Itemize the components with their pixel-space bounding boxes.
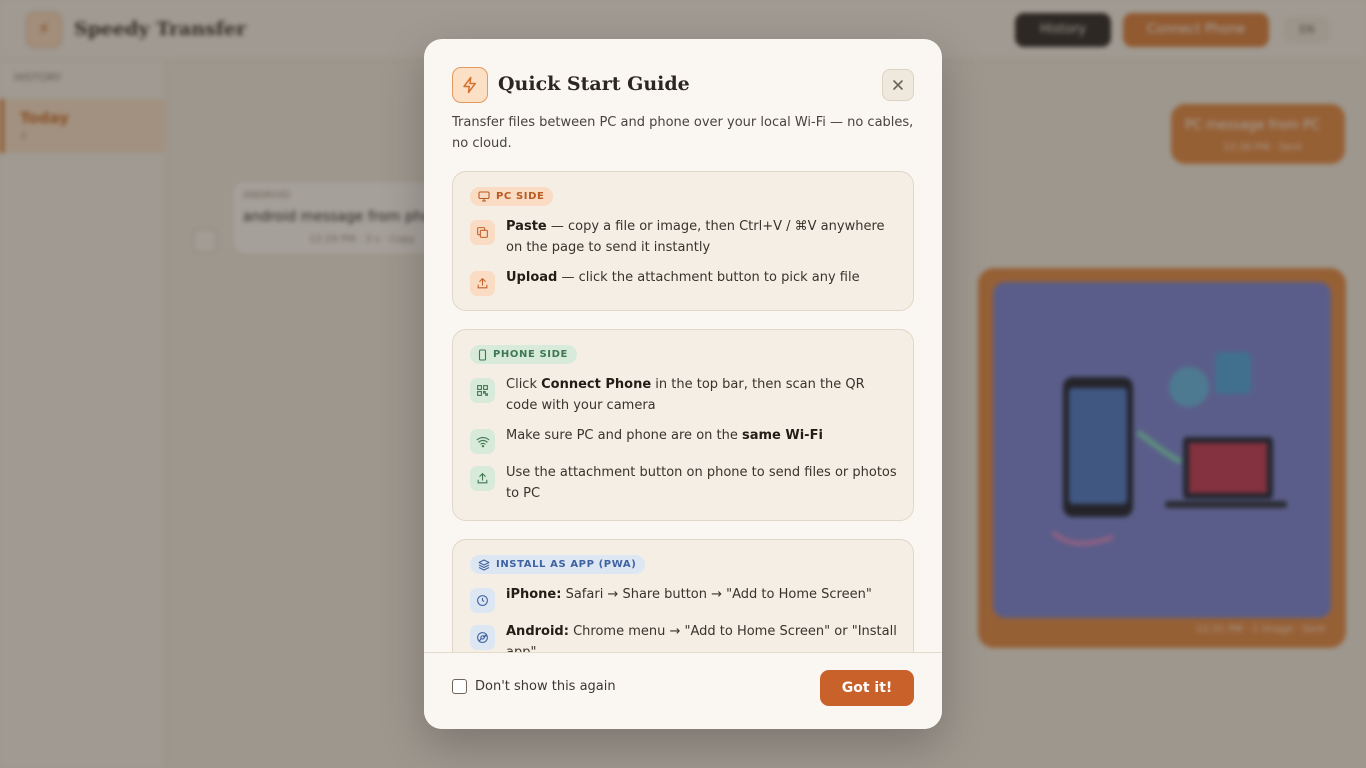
phone-side-badge: PHONE SIDE bbox=[470, 345, 577, 364]
badge-label: PHONE SIDE bbox=[493, 349, 568, 360]
pc-side-badge: PC SIDE bbox=[470, 187, 554, 206]
item-text: — click the attachment button to pick an… bbox=[557, 270, 860, 285]
phone-item-wifi: Make sure PC and phone are on the same W… bbox=[470, 428, 900, 454]
chrome-icon bbox=[470, 625, 495, 650]
item-title: same Wi-Fi bbox=[741, 428, 823, 443]
safari-compass-icon bbox=[470, 588, 495, 613]
item-text: Safari → Share button → "Add to Home Scr… bbox=[561, 587, 872, 602]
item-text: Use the attachment button on phone to se… bbox=[506, 465, 897, 501]
item-title: iPhone: bbox=[506, 587, 562, 602]
pwa-item-iphone: iPhone: Safari → Share button → "Add to … bbox=[470, 587, 900, 613]
phone-item-connect: Click Connect Phone in the top bar, then… bbox=[470, 377, 900, 416]
item-title: Paste bbox=[506, 219, 547, 234]
quick-start-modal: Quick Start Guide Transfer files between… bbox=[424, 39, 942, 729]
dont-show-label: Don't show this again bbox=[475, 679, 616, 694]
phone-side-section: PHONE SIDE Click Connect Phone in the to… bbox=[452, 329, 914, 521]
layers-icon bbox=[478, 559, 490, 570]
pwa-section: INSTALL AS APP (PWA) iPhone: Safari → Sh… bbox=[452, 539, 914, 652]
pwa-item-android: Android: Chrome menu → "Add to Home Scre… bbox=[470, 624, 900, 652]
item-title: Android: bbox=[506, 624, 569, 639]
modal-title: Quick Start Guide bbox=[498, 73, 690, 95]
monitor-icon bbox=[478, 191, 490, 202]
phone-item-send: Use the attachment button on phone to se… bbox=[470, 465, 900, 504]
modal-footer: Don't show this again Got it! bbox=[424, 652, 942, 729]
wifi-icon bbox=[470, 429, 495, 454]
got-it-button[interactable]: Got it! bbox=[820, 670, 914, 706]
copy-icon bbox=[470, 220, 495, 245]
lightning-icon bbox=[452, 67, 488, 103]
close-icon bbox=[893, 80, 903, 90]
item-text-pre: Make sure PC and phone are on the bbox=[506, 428, 742, 443]
badge-label: PC SIDE bbox=[496, 191, 545, 202]
pwa-badge: INSTALL AS APP (PWA) bbox=[470, 555, 646, 574]
item-title: Connect Phone bbox=[541, 377, 652, 392]
qr-code-icon bbox=[470, 378, 495, 403]
modal-scroll-area[interactable]: PC SIDE Paste — copy a file or image, th… bbox=[424, 171, 942, 652]
item-title: Upload bbox=[506, 270, 558, 285]
badge-label: INSTALL AS APP (PWA) bbox=[496, 559, 637, 570]
item-text-pre: Click bbox=[506, 377, 542, 392]
dont-show-again-toggle[interactable]: Don't show this again bbox=[452, 679, 616, 694]
dont-show-checkbox[interactable] bbox=[452, 679, 467, 694]
modal-description: Transfer files between PC and phone over… bbox=[452, 115, 914, 151]
close-button[interactable] bbox=[882, 69, 914, 101]
phone-icon bbox=[478, 348, 487, 361]
pc-item-upload: Upload — click the attachment button to … bbox=[470, 270, 900, 296]
upload-icon bbox=[470, 271, 495, 296]
pc-item-paste: Paste — copy a file or image, then Ctrl+… bbox=[470, 219, 900, 258]
upload-icon bbox=[470, 466, 495, 491]
item-text: — copy a file or image, then Ctrl+V / ⌘V… bbox=[506, 219, 885, 255]
pc-side-section: PC SIDE Paste — copy a file or image, th… bbox=[452, 171, 914, 311]
